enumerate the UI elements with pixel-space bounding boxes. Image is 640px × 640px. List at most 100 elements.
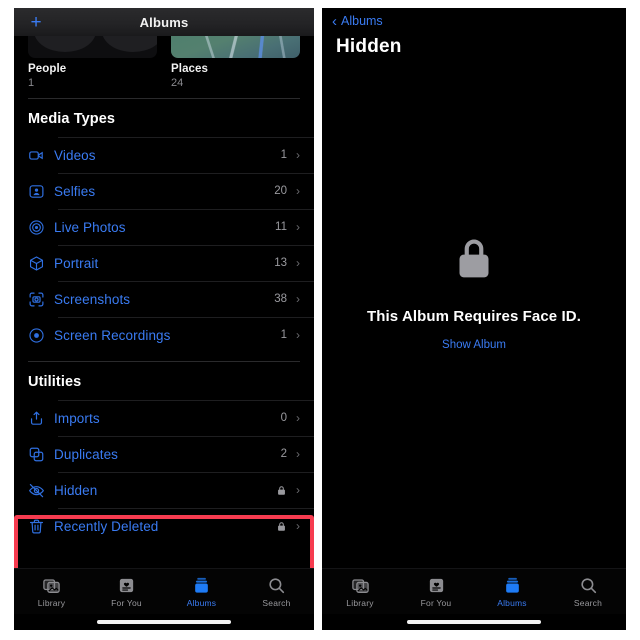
chevron-right-icon: › (296, 184, 300, 198)
list-item-label: Hidden (54, 482, 98, 498)
list-item-count: 20 (274, 185, 287, 197)
albums-stack-icon (192, 575, 211, 595)
chevron-right-icon: › (296, 256, 300, 270)
import-tray-icon (28, 410, 54, 427)
list-item-imports[interactable]: Imports 0 › (14, 400, 314, 436)
home-indicator[interactable] (97, 620, 231, 624)
list-item-hidden[interactable]: Hidden › (14, 472, 314, 508)
albums-stack-icon (503, 575, 522, 595)
map-thumbnail (171, 36, 300, 58)
list-item-screenshots[interactable]: Screenshots 38 › (14, 281, 314, 317)
locked-album-message: This Album Requires Face ID. (367, 308, 581, 325)
list-item-count: 13 (274, 257, 287, 269)
tab-label: Albums (186, 598, 217, 608)
chevron-right-icon: › (296, 148, 300, 162)
chevron-right-icon: › (296, 328, 300, 342)
lock-icon (276, 521, 287, 532)
list-item-label: Duplicates (54, 446, 119, 462)
screenshot-stage: + Albums People 1 Places 24 Media Types (0, 0, 640, 640)
chevron-right-icon: › (296, 411, 300, 425)
tab-label: For You (111, 598, 142, 608)
list-item-label: Portrait (54, 255, 99, 271)
list-item-recently-deleted[interactable]: Recently Deleted › (14, 508, 314, 544)
tab-label: Albums (497, 598, 527, 608)
portrait-cube-icon (28, 255, 54, 272)
eye-slash-icon (28, 482, 54, 499)
for-you-heart-icon (117, 575, 136, 595)
album-card-title: Places (171, 63, 209, 75)
screenshot-icon (28, 291, 54, 308)
tab-label: Search (573, 598, 603, 608)
page-title: Hidden (336, 36, 402, 57)
list-item-label: Live Photos (54, 219, 126, 235)
album-card-people[interactable]: People 1 (28, 36, 157, 98)
right-phone-screenshot: ‹ Albums Hidden This Album Requires Face… (322, 8, 626, 630)
list-item-label: Screen Recordings (54, 327, 171, 343)
list-item-label: Recently Deleted (54, 518, 159, 534)
chevron-right-icon: › (296, 220, 300, 234)
tab-label: For You (420, 598, 452, 608)
chevron-left-icon[interactable]: ‹ (332, 14, 337, 29)
home-indicator[interactable] (407, 620, 541, 624)
list-item-count: 38 (274, 293, 287, 305)
list-item-label: Imports (54, 410, 100, 426)
lock-icon (276, 485, 287, 496)
duplicates-icon (28, 446, 54, 463)
live-photo-icon (28, 219, 54, 236)
tab-bar: Library For You Albums Search (14, 568, 314, 614)
tab-search[interactable]: Search (550, 575, 626, 608)
list-item-label: Selfies (54, 183, 96, 199)
section-header-media-types: Media Types (28, 111, 116, 127)
list-item-count: 1 (280, 149, 287, 161)
locked-album-placeholder: This Album Requires Face ID. Show Album (322, 58, 626, 568)
list-item-label: Videos (54, 147, 96, 163)
tab-label: Search (262, 598, 291, 608)
library-photos-icon (351, 575, 370, 595)
tab-search[interactable]: Search (239, 575, 314, 608)
selfie-person-icon (28, 183, 54, 200)
chevron-right-icon: › (296, 483, 300, 497)
back-navigation-bar[interactable]: ‹ Albums (322, 8, 626, 34)
home-indicator-area (322, 614, 626, 630)
tab-for-you[interactable]: For You (89, 575, 164, 608)
people-collage-thumbnail (28, 36, 157, 58)
screen-recording-icon (28, 327, 54, 344)
search-icon (267, 575, 286, 595)
chevron-right-icon: › (296, 292, 300, 306)
search-icon (579, 575, 598, 595)
list-item-count: 2 (280, 448, 287, 460)
tab-albums[interactable]: Albums (164, 575, 239, 608)
list-item-selfies[interactable]: Selfies 20 › (14, 173, 314, 209)
section-header-utilities: Utilities (28, 374, 82, 390)
video-icon (28, 147, 54, 164)
list-item-portrait[interactable]: Portrait 13 › (14, 245, 314, 281)
tab-bar: Library For You Albums Search (322, 568, 626, 614)
for-you-heart-icon (427, 575, 446, 595)
list-item-count: 0 (280, 412, 287, 424)
home-indicator-area (14, 614, 314, 630)
chevron-right-icon: › (296, 519, 300, 533)
lock-icon (454, 235, 494, 288)
list-item-count: 11 (275, 221, 287, 233)
tab-label: Library (37, 598, 66, 608)
page-title: Albums (139, 14, 189, 30)
album-card-places[interactable]: Places 24 (171, 36, 300, 98)
tab-label: Library (346, 598, 374, 608)
albums-scroll-body[interactable]: People 1 Places 24 Media Types Videos 1 … (14, 36, 314, 568)
chevron-right-icon: › (296, 447, 300, 461)
show-album-button[interactable]: Show Album (442, 339, 506, 351)
trash-icon (28, 518, 54, 535)
tab-library[interactable]: Library (322, 575, 398, 608)
list-item-videos[interactable]: Videos 1 › (14, 137, 314, 173)
tab-albums[interactable]: Albums (474, 575, 550, 608)
left-phone-screenshot: + Albums People 1 Places 24 Media Types (14, 8, 314, 630)
list-item-count: 1 (280, 329, 287, 341)
list-item-screen-recordings[interactable]: Screen Recordings 1 › (14, 317, 314, 353)
back-button-label[interactable]: Albums (341, 14, 383, 28)
list-item-duplicates[interactable]: Duplicates 2 › (14, 436, 314, 472)
tab-for-you[interactable]: For You (398, 575, 474, 608)
album-card-count: 1 (28, 77, 35, 89)
tab-library[interactable]: Library (14, 575, 89, 608)
albums-nav-header: + Albums (14, 8, 314, 36)
list-item-live-photos[interactable]: Live Photos 11 › (14, 209, 314, 245)
